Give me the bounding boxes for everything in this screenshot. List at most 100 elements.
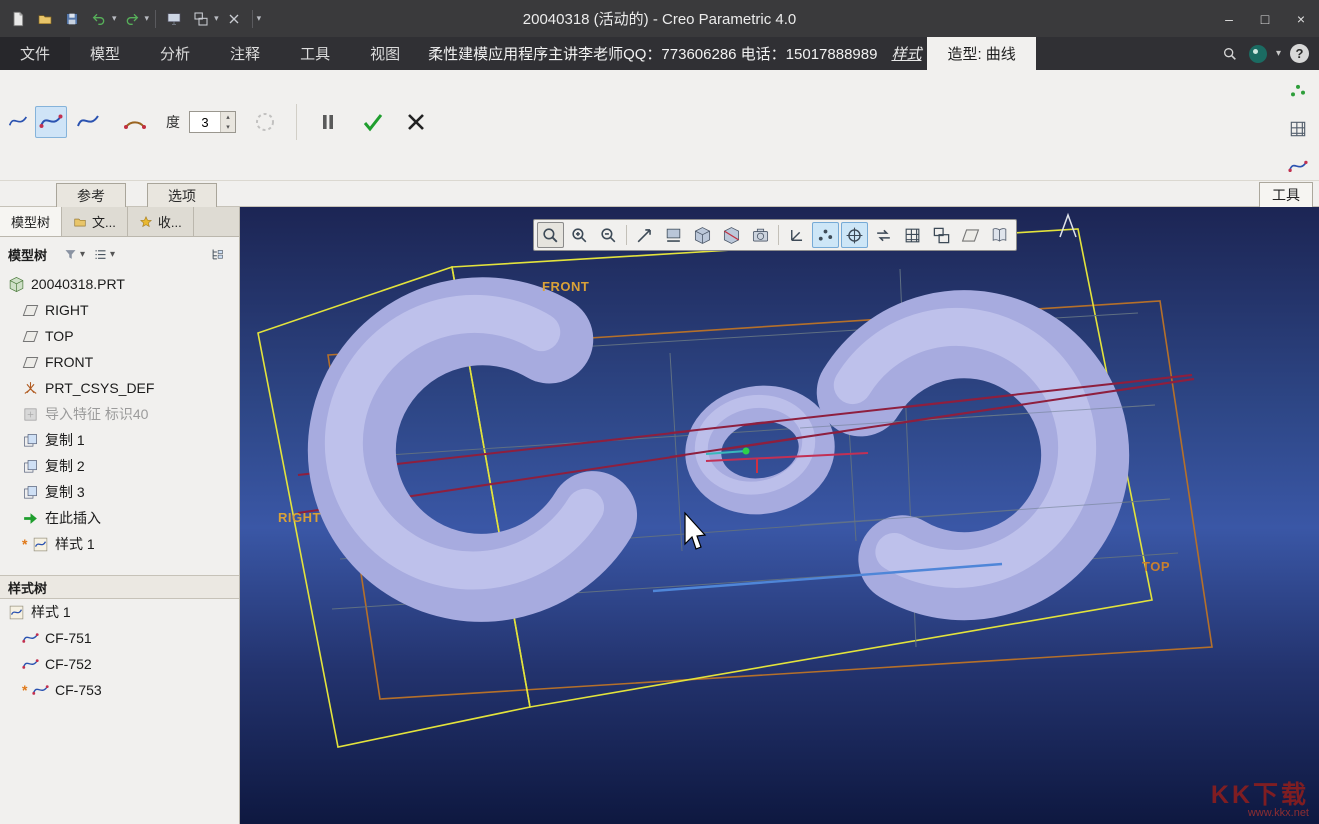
star-icon — [139, 215, 153, 229]
pause-button[interactable] — [312, 106, 344, 138]
connect-dropdown-icon[interactable]: ▾ — [1276, 48, 1281, 59]
style-curve-dashboard: 度 ▴ ▾ — [0, 70, 1319, 181]
zoom-out-icon[interactable] — [595, 222, 622, 248]
point-display-icon[interactable] — [812, 222, 839, 248]
graphics-toolbar — [533, 219, 1017, 251]
tab-tools[interactable]: 工具 — [280, 37, 350, 70]
connect-icon[interactable] — [1249, 45, 1267, 63]
context-group-style[interactable]: 样式 — [885, 37, 927, 70]
style-tree-item-cf752[interactable]: CF-752 — [0, 651, 239, 677]
cancel-button[interactable] — [400, 106, 432, 138]
tab-styling-curve-active[interactable]: 造型: 曲线 — [927, 37, 1035, 70]
front-plane-label[interactable]: FRONT — [542, 279, 589, 294]
modified-asterisk-icon: * — [22, 685, 30, 695]
separator — [778, 225, 779, 245]
top-plane-label[interactable]: TOP — [1142, 559, 1170, 574]
tree-filters-button[interactable]: ▾ — [63, 247, 85, 262]
refit-icon[interactable] — [631, 222, 658, 248]
regenerate-icon[interactable] — [162, 7, 186, 31]
degree-spinner: ▴ ▾ — [189, 111, 236, 133]
tab-model-tree[interactable]: 模型树 — [0, 207, 62, 236]
graphics-viewport[interactable]: FRONT RIGHT TOP — [240, 207, 1319, 824]
style-tree-header: 样式树 — [0, 575, 239, 599]
windows-dropdown-icon[interactable]: ▾ — [214, 13, 219, 24]
tree-item-top-plane[interactable]: TOP — [0, 323, 239, 349]
degree-input[interactable] — [190, 112, 220, 132]
view-manager-icon[interactable] — [928, 222, 955, 248]
help-icon[interactable]: ? — [1290, 44, 1309, 63]
redo-dropdown-icon[interactable]: ▾ — [145, 13, 150, 24]
tree-item-copy-2[interactable]: 复制 2 — [0, 453, 239, 479]
new-file-icon[interactable] — [6, 7, 30, 31]
spin-center-icon[interactable] — [870, 222, 897, 248]
tree-columns-button[interactable]: ▾ — [93, 247, 115, 262]
zoom-window-icon[interactable] — [537, 222, 564, 248]
tab-analysis[interactable]: 分析 — [140, 37, 210, 70]
tab-file[interactable]: 文件 — [0, 37, 70, 70]
capture-icon[interactable] — [747, 222, 774, 248]
plane-grid-icon[interactable] — [1285, 116, 1311, 142]
copy-feature-icon — [22, 432, 39, 449]
zoom-in-icon[interactable] — [566, 222, 593, 248]
tools-side-tab[interactable]: 工具 — [1259, 182, 1313, 207]
style-tree-root[interactable]: 样式 1 — [0, 599, 239, 625]
tab-model[interactable]: 模型 — [70, 37, 140, 70]
datum-plane-icon — [22, 328, 39, 345]
tree-item-front-plane[interactable]: FRONT — [0, 349, 239, 375]
options-subtab[interactable]: 选项 — [147, 183, 217, 207]
open-file-icon[interactable] — [33, 7, 57, 31]
degree-down-icon[interactable]: ▾ — [221, 122, 235, 132]
search-icon[interactable] — [1220, 44, 1240, 64]
csys-display-icon[interactable] — [841, 222, 868, 248]
style-tree-item-cf751[interactable]: CF-751 — [0, 625, 239, 651]
redo-icon[interactable] — [120, 7, 144, 31]
tree-item-copy-1[interactable]: 复制 1 — [0, 427, 239, 453]
active-curve-point[interactable] — [743, 448, 750, 455]
create-curve-button[interactable] — [35, 106, 67, 138]
right-plane-label[interactable]: RIGHT — [278, 510, 321, 525]
style-tree-item-cf753[interactable]: *CF-753 — [0, 677, 239, 703]
datum-display-icon[interactable] — [783, 222, 810, 248]
tree-item-part-root[interactable]: 20040318.PRT — [0, 271, 239, 297]
flip-view-icon[interactable] — [957, 222, 984, 248]
close-button[interactable]: × — [1283, 5, 1319, 33]
3d-scene[interactable]: FRONT RIGHT TOP — [240, 207, 1319, 824]
tree-item-right-plane[interactable]: RIGHT — [0, 297, 239, 323]
windows-icon[interactable] — [189, 7, 213, 31]
datum-plane-icon — [22, 302, 39, 319]
shade-display-icon[interactable] — [689, 222, 716, 248]
tab-view[interactable]: 视图 — [350, 37, 420, 70]
minimize-button[interactable]: – — [1211, 5, 1247, 33]
separator — [252, 10, 253, 28]
filter-icon — [63, 247, 78, 262]
degree-up-icon[interactable]: ▴ — [221, 112, 235, 122]
section-view-icon[interactable] — [718, 222, 745, 248]
undo-icon[interactable] — [87, 7, 111, 31]
references-subtab[interactable]: 参考 — [56, 183, 126, 207]
curve-on-surface-button[interactable] — [72, 106, 104, 138]
maximize-button[interactable]: □ — [1247, 5, 1283, 33]
tree-settings-button[interactable] — [210, 247, 231, 262]
tab-annotate[interactable]: 注释 — [210, 37, 280, 70]
close-window-icon[interactable] — [222, 7, 246, 31]
saved-views-icon[interactable] — [986, 222, 1013, 248]
plane-display-icon[interactable] — [899, 222, 926, 248]
curve-surface-icon[interactable] — [1285, 154, 1311, 180]
customize-qat-icon[interactable]: ▾ — [257, 13, 262, 24]
repaint-icon[interactable] — [660, 222, 687, 248]
tree-item-copy-3[interactable]: 复制 3 — [0, 479, 239, 505]
ok-button[interactable] — [357, 106, 389, 138]
points-display-icon[interactable] — [1285, 78, 1311, 104]
tree-item-csys[interactable]: PRT_CSYS_DEF — [0, 375, 239, 401]
undo-dropdown-icon[interactable]: ▾ — [112, 13, 117, 24]
planar-curve-button[interactable] — [119, 106, 151, 138]
curve-feature-icon — [32, 682, 49, 699]
tab-favorites[interactable]: 收... — [128, 207, 194, 236]
insert-here-icon — [22, 510, 39, 527]
tree-item-import-feature[interactable]: 导入特征 标识40 — [0, 401, 239, 427]
save-icon[interactable] — [60, 7, 84, 31]
tree-item-insert-here[interactable]: 在此插入 — [0, 505, 239, 531]
tree-item-style-1[interactable]: *样式 1 — [0, 531, 239, 557]
model-tree-header: 模型树 ▾ ▾ — [0, 237, 239, 271]
tab-folder-browser[interactable]: 文... — [62, 207, 128, 236]
